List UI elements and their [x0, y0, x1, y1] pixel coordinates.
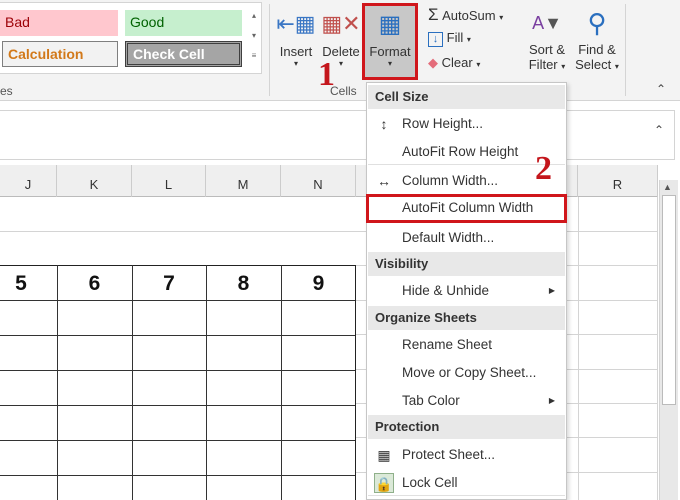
data-table [0, 265, 356, 500]
menu-item-hide-unhide[interactable]: Hide & Unhide ▶ [368, 277, 565, 304]
clear-button[interactable]: ◆ Clear ▾ [428, 55, 480, 71]
protect-sheet-icon: ▦ [377, 447, 391, 463]
step-1-callout: 1 [318, 56, 335, 93]
fill-down-icon: ↓ [428, 32, 443, 47]
format-cells-icon: ▦ [378, 11, 402, 38]
menu-item-default-width[interactable]: Default Width... [368, 224, 565, 251]
style-good[interactable]: Good [125, 10, 242, 36]
vertical-scrollbar[interactable]: ▲ [659, 180, 678, 500]
ribbon: Bad Good Calculation Check Cell ▴ ▾ ≡ es ⇤… [0, 0, 680, 101]
column-header-n[interactable]: N [281, 165, 356, 197]
section-visibility: Visibility [368, 252, 565, 276]
cell-l3[interactable]: 7 [132, 266, 206, 300]
collapse-ribbon-icon[interactable]: ⌃ [656, 82, 666, 96]
step-2-callout: 2 [535, 150, 552, 187]
cell-j3[interactable]: 5 [0, 266, 42, 300]
menu-item-autofit-column-width[interactable]: AutoFit Column Width [366, 194, 567, 223]
divider [625, 4, 626, 96]
column-header-j[interactable]: J [0, 165, 57, 197]
magnifier-icon: ⚲ [587, 8, 607, 38]
submenu-arrow-icon: ▶ [548, 286, 555, 295]
find-select-button[interactable]: ⚲ Find & Select ▾ [572, 4, 622, 84]
section-organize-sheets: Organize Sheets [368, 306, 565, 330]
fill-button[interactable]: ↓ Fill ▾ [428, 30, 471, 47]
column-header-l[interactable]: L [132, 165, 206, 197]
section-cell-size: Cell Size [368, 85, 565, 109]
autosum-button[interactable]: Σ AutoSum ▾ [428, 5, 503, 25]
sort-filter-button[interactable]: A▼ Sort & Filter ▾ [524, 4, 570, 84]
menu-item-lock-cell[interactable]: 🔒 Lock Cell [368, 469, 565, 496]
lock-icon: 🔒 [374, 473, 394, 493]
submenu-arrow-icon: ▶ [548, 396, 555, 405]
formula-bar[interactable]: ⌃ [0, 110, 675, 160]
column-header-m[interactable]: M [206, 165, 281, 197]
sort-filter-icon: A▼ [532, 13, 562, 33]
styles-group-label: es [0, 84, 13, 98]
column-width-icon: ↔ [377, 173, 391, 189]
scroll-up-icon[interactable]: ▲ [663, 182, 672, 192]
style-calculation[interactable]: Calculation [2, 41, 118, 67]
cell-k3[interactable]: 6 [57, 266, 132, 300]
cell-m3[interactable]: 8 [206, 266, 281, 300]
menu-item-protect-sheet[interactable]: ▦ Protect Sheet... [368, 441, 565, 468]
expand-formula-icon[interactable]: ⌃ [654, 123, 664, 137]
sigma-icon: Σ [428, 5, 439, 24]
scrollbar-thumb[interactable] [662, 195, 676, 405]
column-header-r[interactable]: R [578, 165, 658, 197]
eraser-icon: ◆ [428, 55, 438, 70]
menu-item-rename-sheet[interactable]: Rename Sheet [368, 331, 565, 358]
delete-cells-icon: ▦✕ [321, 11, 361, 36]
section-protection: Protection [368, 415, 565, 439]
style-check-cell[interactable]: Check Cell [125, 41, 242, 67]
gallery-scroll[interactable]: ▴ ▾ ≡ [248, 6, 260, 70]
menu-item-move-copy-sheet[interactable]: Move or Copy Sheet... [368, 359, 565, 386]
menu-item-row-height[interactable]: ↕ Row Height... [368, 110, 565, 137]
column-header-k[interactable]: K [57, 165, 132, 197]
style-bad[interactable]: Bad [0, 10, 118, 36]
format-dropdown-menu: Cell Size ↕ Row Height... AutoFit Row Hei… [366, 82, 567, 500]
format-button[interactable]: ▦ Format ▾ [362, 3, 418, 80]
divider [269, 4, 270, 96]
insert-cells-icon: ⇤▦ [276, 11, 316, 36]
row-height-icon: ↕ [380, 116, 388, 132]
menu-item-tab-color[interactable]: Tab Color ▶ [368, 387, 565, 414]
cell-n3[interactable]: 9 [281, 266, 356, 300]
insert-button[interactable]: ⇤▦ Insert ▾ [276, 4, 316, 80]
